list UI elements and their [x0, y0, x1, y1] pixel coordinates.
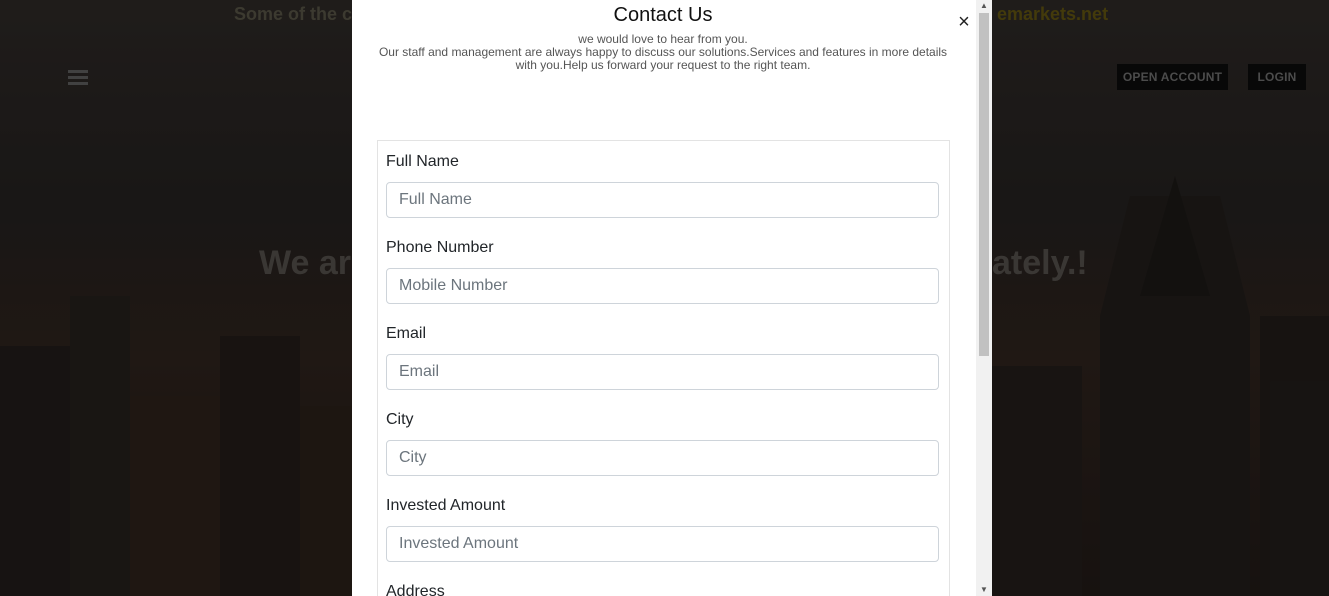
close-icon[interactable]: × — [954, 11, 974, 33]
arrow-up-icon[interactable]: ▲ — [976, 0, 992, 12]
subtitle-line-2: Our staff and management are always happ… — [378, 45, 948, 72]
phone-number-label: Phone Number — [386, 239, 494, 256]
modal-title: Contact Us — [613, 4, 713, 26]
city-input[interactable] — [386, 440, 939, 476]
arrow-down-icon[interactable]: ▼ — [976, 584, 992, 596]
full-name-input[interactable] — [386, 182, 939, 218]
address-label: Address — [386, 583, 445, 596]
city-label: City — [386, 411, 414, 428]
full-name-label: Full Name — [386, 153, 459, 170]
modal-subtitle: we would love to hear from you. Our staf… — [374, 33, 952, 72]
email-input[interactable] — [386, 354, 939, 390]
modal-scrollbar[interactable]: ▲ ▼ — [976, 0, 992, 596]
invested-amount-input[interactable] — [386, 526, 939, 562]
email-label: Email — [386, 325, 427, 342]
contact-modal: Contact Us × we would love to hear from … — [352, 0, 992, 596]
contact-form: Full Name Phone Number Email City Invest… — [377, 140, 950, 596]
scrollbar-thumb[interactable] — [979, 13, 989, 356]
phone-number-input[interactable] — [386, 268, 939, 304]
invested-amount-label: Invested Amount — [386, 497, 506, 514]
